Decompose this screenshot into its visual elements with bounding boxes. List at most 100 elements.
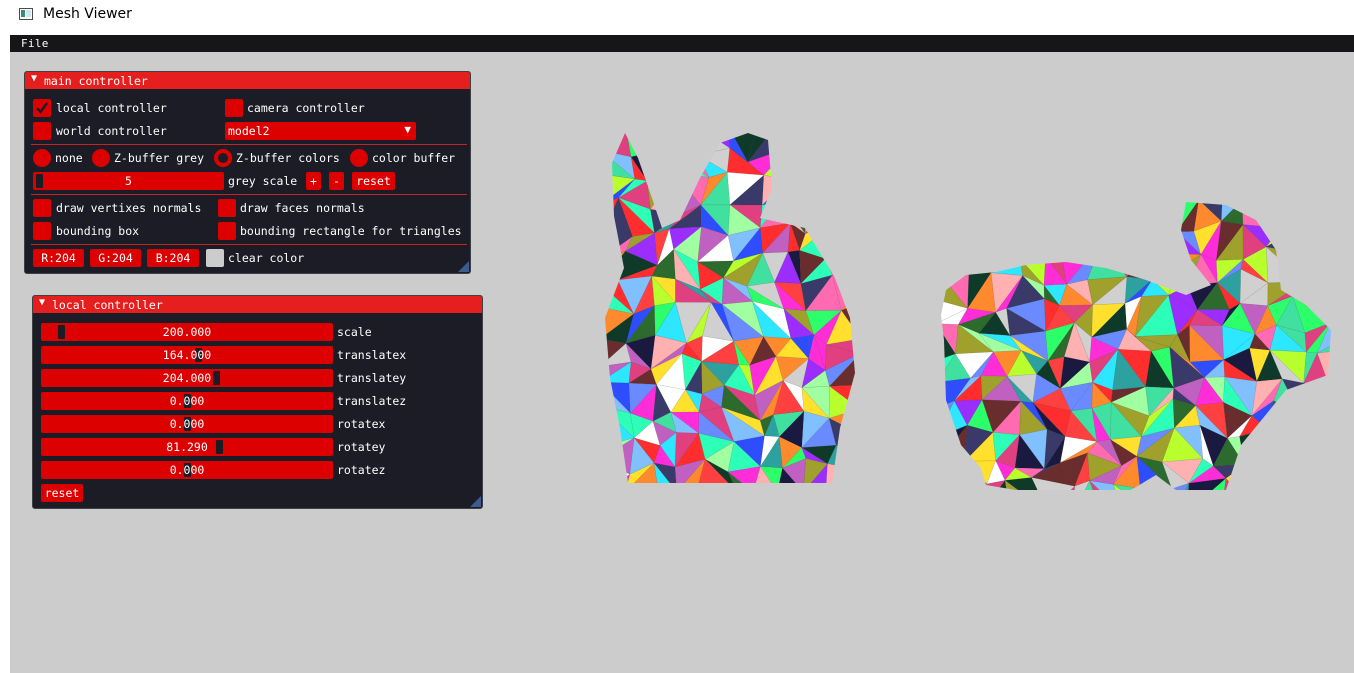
mesh-triangle — [860, 354, 865, 385]
mesh-triangle — [1317, 479, 1331, 490]
window-title: Mesh Viewer — [43, 6, 132, 22]
mesh-triangle — [761, 174, 790, 206]
rotatex-slider[interactable]: 0.000 — [41, 415, 333, 433]
mesh-triangle — [978, 227, 1022, 261]
clear-color-swatch[interactable] — [206, 249, 224, 267]
render-mode-none-label: none — [55, 151, 83, 165]
main-controller-title: main controller — [44, 74, 148, 88]
mesh-triangle — [860, 354, 865, 380]
grey-scale-reset-button[interactable]: reset — [352, 172, 395, 190]
mesh-triangle — [1030, 202, 1071, 227]
main-controller-header[interactable]: ▼ main controller — [25, 72, 470, 89]
bounding-rect-checkbox[interactable] — [218, 222, 236, 240]
mesh-triangle — [1139, 488, 1174, 490]
mesh-triangle — [961, 257, 991, 271]
mesh-triangle — [646, 173, 676, 210]
translatez-slider[interactable]: 0.000 — [41, 392, 333, 410]
mesh-triangle — [1292, 281, 1325, 297]
mesh-triangle — [941, 227, 969, 259]
mesh-triangle — [1136, 231, 1177, 245]
local-controller-header[interactable]: ▼ local controller — [33, 296, 482, 313]
mesh-triangle — [860, 379, 865, 416]
menu-file[interactable]: File — [21, 37, 49, 50]
mesh-triangle — [1070, 225, 1102, 244]
mesh-triangle — [1281, 378, 1304, 414]
resize-grip-icon[interactable] — [458, 261, 469, 272]
rotatez-slider[interactable]: 0.000 — [41, 461, 333, 479]
render-mode-color-buffer-radio[interactable] — [350, 149, 368, 167]
mesh-triangle — [1293, 202, 1324, 231]
mesh-triangle — [1060, 225, 1102, 253]
mesh-triangle — [1146, 231, 1178, 254]
mesh-triangle — [790, 133, 816, 163]
mesh-triangle — [1139, 487, 1175, 490]
mesh-triangle — [1007, 202, 1032, 222]
mesh-triangle — [1100, 217, 1117, 244]
collapse-triangle-icon[interactable]: ▼ — [31, 73, 37, 84]
mesh-triangle — [605, 473, 631, 483]
local-reset-button[interactable]: reset — [41, 484, 83, 502]
clear-color-r-field[interactable]: R:204 — [33, 249, 84, 267]
draw-vertex-normals-label: draw vertixes normals — [56, 201, 202, 215]
mesh-triangle — [841, 282, 855, 311]
mesh-triangle — [1116, 217, 1148, 245]
translatey-label: translatey — [337, 371, 407, 385]
grey-scale-plus-button[interactable]: + — [306, 172, 321, 190]
translatex-label: translatex — [337, 348, 407, 362]
mesh-triangle — [649, 173, 681, 215]
translatey-slider[interactable]: 204.000 — [41, 369, 333, 387]
render-mode-none-radio[interactable] — [33, 149, 51, 167]
mesh-triangle — [802, 161, 833, 186]
grey-scale-value: 5 — [125, 174, 132, 188]
local-controller-checkbox[interactable] — [33, 99, 51, 117]
world-controller-checkbox[interactable] — [33, 122, 51, 140]
clear-color-g-field[interactable]: G:204 — [90, 249, 141, 267]
translatex-slider[interactable]: 164.000 — [41, 346, 333, 364]
mesh-triangle — [1293, 216, 1324, 253]
mesh-triangle — [1087, 242, 1128, 280]
render-mode-zbuffer-grey-radio[interactable] — [92, 149, 110, 167]
title-bar: Mesh Viewer — [0, 0, 1354, 34]
draw-vertex-normals-checkbox[interactable] — [33, 199, 51, 217]
clear-color-b-field[interactable]: B:204 — [147, 249, 199, 267]
grey-scale-minus-button[interactable]: - — [329, 172, 344, 190]
mesh-triangle — [860, 409, 865, 436]
mesh-triangle — [860, 334, 865, 354]
window-app-icon — [19, 8, 33, 20]
mesh-triangle — [979, 202, 1023, 229]
collapse-triangle-icon[interactable]: ▼ — [39, 297, 45, 308]
mesh-triangle — [941, 227, 969, 260]
menu-bar: File — [10, 35, 1354, 52]
mesh-triangle — [1292, 409, 1331, 431]
mesh-triangle — [859, 288, 865, 317]
camera-controller-checkbox[interactable] — [225, 99, 243, 117]
camera-controller-label: camera controller — [247, 101, 365, 115]
rotatex-label: rotatex — [337, 417, 386, 431]
separator — [31, 244, 467, 245]
mesh-triangle — [1335, 408, 1336, 437]
mesh-triangle — [978, 221, 1021, 260]
draw-face-normals-checkbox[interactable] — [218, 199, 236, 217]
render-mode-zbuffer-colors-radio[interactable] — [214, 149, 232, 167]
mesh-triangle — [802, 181, 828, 211]
mesh-triangle — [941, 424, 968, 465]
bounding-box-checkbox[interactable] — [33, 222, 51, 240]
mesh-triangle — [1322, 216, 1331, 257]
mesh-triangle — [1323, 284, 1331, 313]
mesh-triangle — [859, 303, 865, 334]
mesh-triangle — [979, 202, 1024, 229]
model-select[interactable]: model2 ▼ — [225, 122, 416, 140]
mesh-triangle — [672, 154, 710, 178]
grey-scale-slider[interactable]: 5 — [33, 172, 224, 190]
rotatey-slider[interactable]: 81.290 — [41, 438, 333, 456]
resize-grip-icon[interactable] — [470, 496, 481, 507]
mesh-triangle — [672, 156, 710, 178]
mesh-triangle — [1100, 202, 1117, 234]
scale-slider[interactable]: 200.000 — [41, 323, 333, 341]
mesh-triangle — [1322, 254, 1331, 286]
grey-scale-label: grey scale — [228, 174, 298, 188]
mesh-triangle — [835, 133, 855, 158]
mesh-triangle — [859, 283, 865, 303]
translatez-label: translatez — [337, 394, 407, 408]
mesh-triangle — [961, 202, 980, 229]
